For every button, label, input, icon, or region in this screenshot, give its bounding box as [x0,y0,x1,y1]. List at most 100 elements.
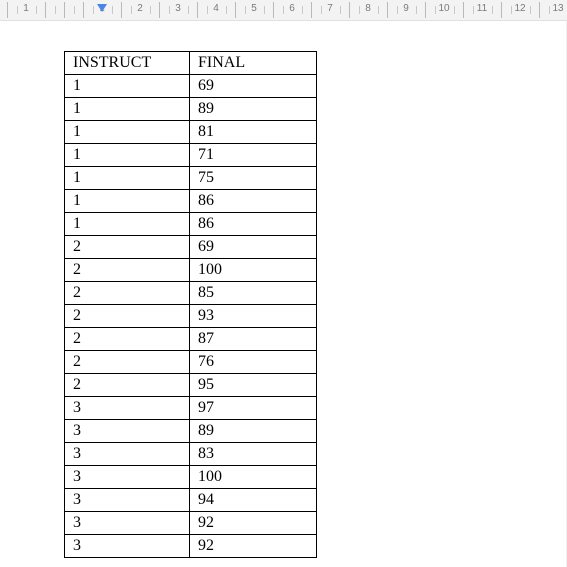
cell-instruct[interactable]: 1 [65,144,190,167]
cell-final[interactable]: 75 [190,167,317,190]
cell-final[interactable]: 76 [190,351,317,374]
data-table[interactable]: INSTRUCT FINAL 1691891811711751861862692… [64,51,317,558]
ruler-tick [74,6,75,14]
cell-final[interactable]: 71 [190,144,317,167]
ruler-tick [55,6,56,14]
cell-final[interactable]: 92 [190,512,317,535]
table-row: 392 [65,512,317,535]
ruler-tick [283,6,284,14]
ruler-tick [150,6,151,14]
table-row: 295 [65,374,317,397]
horizontal-ruler[interactable]: 112345678910111213 [0,0,567,21]
indent-marker-icon[interactable] [97,4,107,12]
table-row: 287 [65,328,317,351]
cell-instruct[interactable]: 3 [65,443,190,466]
cell-instruct[interactable]: 1 [65,190,190,213]
ruler-tick [64,2,65,18]
ruler-tick [511,6,512,14]
table-header-row: INSTRUCT FINAL [65,52,317,75]
cell-final[interactable]: 95 [190,374,317,397]
cell-final[interactable]: 86 [190,190,317,213]
cell-final[interactable]: 100 [190,259,317,282]
cell-instruct[interactable]: 2 [65,282,190,305]
cell-instruct[interactable]: 3 [65,420,190,443]
ruler-tick [311,2,312,18]
ruler-tick [539,2,540,18]
table-row: 397 [65,397,317,420]
ruler-tick [359,6,360,14]
cell-final[interactable]: 81 [190,121,317,144]
cell-instruct[interactable]: 2 [65,374,190,397]
ruler-tick [17,6,18,14]
cell-final[interactable]: 94 [190,489,317,512]
ruler-tick [273,2,274,18]
cell-final[interactable]: 89 [190,420,317,443]
ruler-tick [349,2,350,18]
ruler-tick [197,2,198,18]
ruler-tick [93,6,94,14]
ruler-tick [530,6,531,14]
table-row: 186 [65,190,317,213]
ruler-tick [159,2,160,18]
cell-instruct[interactable]: 3 [65,535,190,558]
ruler-tick [321,6,322,14]
ruler-tick [45,2,46,18]
cell-final[interactable]: 87 [190,328,317,351]
cell-final[interactable]: 100 [190,466,317,489]
ruler-tick [463,2,464,18]
table-row: 276 [65,351,317,374]
cell-final[interactable]: 92 [190,535,317,558]
ruler-tick [7,2,8,18]
ruler-tick [131,6,132,14]
table-row: 3100 [65,466,317,489]
table-row: 293 [65,305,317,328]
table-row: 189 [65,98,317,121]
ruler-tick [302,6,303,14]
ruler-tick [397,6,398,14]
ruler-tick [501,2,502,18]
table-row: 269 [65,236,317,259]
cell-instruct[interactable]: 3 [65,512,190,535]
cell-final[interactable]: 69 [190,75,317,98]
data-table-container: INSTRUCT FINAL 1691891811711751861862692… [64,51,316,558]
cell-final[interactable]: 93 [190,305,317,328]
cell-instruct[interactable]: 1 [65,75,190,98]
cell-instruct[interactable]: 1 [65,167,190,190]
cell-instruct[interactable]: 2 [65,305,190,328]
table-row: 181 [65,121,317,144]
ruler-tick [492,6,493,14]
cell-instruct[interactable]: 2 [65,328,190,351]
ruler-tick [188,6,189,14]
table-header-final[interactable]: FINAL [190,52,317,75]
cell-instruct[interactable]: 1 [65,121,190,144]
table-header-instruct[interactable]: INSTRUCT [65,52,190,75]
ruler-tick [340,6,341,14]
cell-instruct[interactable]: 3 [65,466,190,489]
cell-final[interactable]: 83 [190,443,317,466]
ruler-tick [121,2,122,18]
cell-final[interactable]: 69 [190,236,317,259]
table-row: 389 [65,420,317,443]
cell-final[interactable]: 86 [190,213,317,236]
ruler-tick [378,6,379,14]
ruler-tick [454,6,455,14]
ruler-tick [473,6,474,14]
cell-instruct[interactable]: 1 [65,98,190,121]
ruler-tick [83,2,84,18]
ruler-tick [264,6,265,14]
ruler-tick [112,6,113,14]
cell-final[interactable]: 89 [190,98,317,121]
table-row: 394 [65,489,317,512]
cell-instruct[interactable]: 2 [65,259,190,282]
cell-final[interactable]: 85 [190,282,317,305]
cell-instruct[interactable]: 2 [65,351,190,374]
ruler-tick [169,6,170,14]
cell-instruct[interactable]: 2 [65,236,190,259]
document-page[interactable]: INSTRUCT FINAL 1691891811711751861862692… [0,21,567,567]
table-row: 2100 [65,259,317,282]
cell-final[interactable]: 97 [190,397,317,420]
table-row: 175 [65,167,317,190]
cell-instruct[interactable]: 3 [65,397,190,420]
cell-instruct[interactable]: 3 [65,489,190,512]
cell-instruct[interactable]: 1 [65,213,190,236]
